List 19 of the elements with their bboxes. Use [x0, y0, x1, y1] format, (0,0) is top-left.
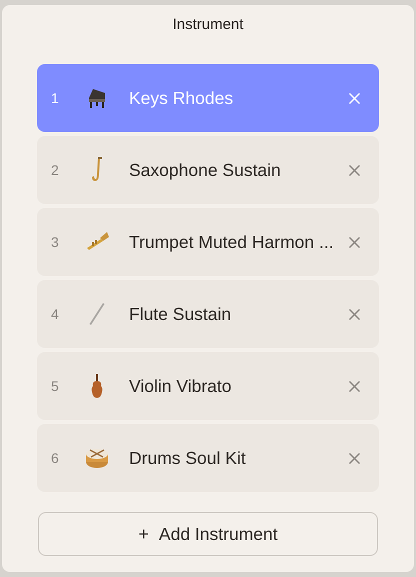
row-number: 4 [51, 306, 60, 322]
row-number: 6 [51, 450, 60, 466]
instrument-row[interactable]: 4 Flute Sustain [37, 280, 379, 348]
instrument-row[interactable]: 6 Drums Soul Kit [37, 424, 379, 492]
row-number: 3 [51, 234, 60, 250]
instrument-name: Flute Sustain [129, 304, 232, 324]
instrument-name: Violin Vibrato [129, 376, 232, 396]
instrument-name: Drums Soul Kit [129, 448, 247, 468]
row-number: 2 [51, 162, 60, 178]
row-number: 5 [51, 378, 60, 394]
panel-title: Instrument [172, 15, 244, 35]
add-instrument-button[interactable]: + Add Instrument [38, 512, 378, 556]
instrument-row[interactable]: 3 Trumpet Muted Harmon ... [37, 208, 379, 276]
row-number: 1 [51, 90, 60, 106]
instrument-row[interactable]: 2 Saxophone Sustain [37, 136, 379, 204]
instrument-row[interactable]: 5 Violin Vibrato [37, 352, 379, 420]
instrument-name: Keys Rhodes [129, 88, 234, 108]
instrument-name: Trumpet Muted Harmon ... [129, 232, 335, 252]
instrument-name: Saxophone Sustain [129, 160, 282, 180]
